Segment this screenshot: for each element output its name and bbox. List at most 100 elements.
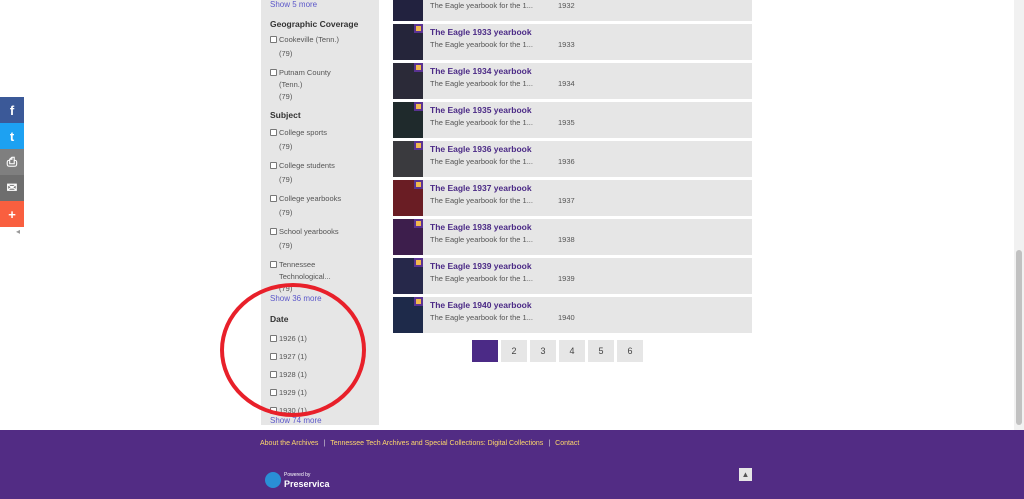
result-row[interactable]: The Eagle 1933 yearbook The Eagle yearbo…	[393, 24, 752, 60]
result-row[interactable]: The Eagle 1937 yearbook The Eagle yearbo…	[393, 180, 752, 216]
facet-option[interactable]: College sports	[270, 127, 379, 138]
result-row[interactable]: The Eagle 1935 yearbook The Eagle yearbo…	[393, 102, 752, 138]
result-title[interactable]: The Eagle 1939 yearbook	[430, 261, 532, 271]
checkbox[interactable]	[270, 129, 277, 136]
facet-option-label: Putnam County (Tenn.)	[279, 68, 331, 89]
share-bar: f t ⎙ ✉ + ◂	[0, 97, 24, 236]
print-icon[interactable]: ⎙	[0, 149, 24, 175]
show-more-link[interactable]: Show 5 more	[270, 0, 379, 9]
result-title[interactable]: The Eagle 1937 yearbook	[430, 183, 532, 193]
facet-option[interactable]: Tennessee Technological...	[270, 259, 338, 283]
result-description: The Eagle yearbook for the 1...	[430, 313, 533, 322]
thumbnail[interactable]	[393, 141, 423, 177]
result-title[interactable]: The Eagle 1933 yearbook	[430, 27, 532, 37]
email-icon[interactable]: ✉	[0, 175, 24, 201]
share-more-icon[interactable]: +	[0, 201, 24, 227]
thumbnail[interactable]	[393, 63, 423, 99]
result-year: 1940	[558, 313, 575, 322]
document-icon	[414, 180, 423, 189]
result-year: 1934	[558, 79, 575, 88]
result-row[interactable]: The Eagle 1934 yearbook The Eagle yearbo…	[393, 63, 752, 99]
result-row[interactable]: The Eagle 1938 yearbook The Eagle yearbo…	[393, 219, 752, 255]
result-year: 1936	[558, 157, 575, 166]
page-3-button[interactable]: 3	[530, 340, 556, 362]
thumbnail[interactable]	[393, 24, 423, 60]
back-to-top-icon[interactable]: ▲	[739, 468, 752, 481]
result-row[interactable]: The Eagle 1939 yearbook The Eagle yearbo…	[393, 258, 752, 294]
checkbox[interactable]	[270, 195, 277, 202]
thumbnail[interactable]	[393, 180, 423, 216]
result-title[interactable]: The Eagle 1935 yearbook	[430, 105, 532, 115]
thumbnail[interactable]	[393, 297, 423, 333]
facet-option-label: College yearbooks	[279, 194, 342, 203]
thumbnail[interactable]	[393, 258, 423, 294]
footer-link-collections[interactable]: Tennessee Tech Archives and Special Coll…	[330, 440, 543, 447]
document-icon	[414, 102, 423, 111]
page-current[interactable]	[472, 340, 498, 362]
page-4-button[interactable]: 4	[559, 340, 585, 362]
checkbox[interactable]	[270, 162, 277, 169]
facet-option-label: College sports	[279, 128, 327, 137]
preservica-logo-icon	[265, 472, 281, 488]
facet-option[interactable]: Putnam County (Tenn.)	[270, 67, 342, 91]
facet-option-count: (79)	[279, 241, 293, 250]
result-description: The Eagle yearbook for the 1...	[430, 157, 533, 166]
facet-option-count: (79)	[279, 49, 293, 58]
checkbox[interactable]	[270, 69, 277, 76]
facet-option[interactable]: College yearbooks	[270, 193, 379, 204]
footer-link-about[interactable]: About the Archives	[260, 440, 318, 447]
page-5-button[interactable]: 5	[588, 340, 614, 362]
facebook-icon[interactable]: f	[0, 97, 24, 123]
facet-option-count: (79)	[279, 142, 293, 151]
footer-separator: |	[323, 440, 326, 447]
checkbox[interactable]	[270, 36, 277, 43]
checkbox[interactable]	[270, 228, 277, 235]
facet-heading-geographic: Geographic Coverage	[270, 19, 359, 29]
checkbox[interactable]	[270, 261, 277, 268]
result-title[interactable]: The Eagle 1936 yearbook	[430, 144, 532, 154]
twitter-icon[interactable]: t	[0, 123, 24, 149]
document-icon	[414, 258, 423, 267]
result-description: The Eagle yearbook for the 1...	[430, 196, 533, 205]
facet-option[interactable]: College students	[270, 160, 379, 171]
collapse-share-icon[interactable]: ◂	[16, 227, 20, 236]
thumbnail[interactable]	[393, 219, 423, 255]
result-row[interactable]: The Eagle yearbook for the 1... 1932	[393, 0, 752, 21]
result-year: 1933	[558, 40, 575, 49]
result-title[interactable]: The Eagle 1934 yearbook	[430, 66, 532, 76]
annotation-circle	[220, 283, 366, 417]
result-year: 1938	[558, 235, 575, 244]
page-2-button[interactable]: 2	[501, 340, 527, 362]
facet-option-label: Tennessee Technological...	[279, 260, 331, 281]
vertical-scrollbar[interactable]	[1014, 0, 1024, 430]
result-row[interactable]: The Eagle 1940 yearbook The Eagle yearbo…	[393, 297, 752, 333]
result-row[interactable]: The Eagle 1936 yearbook The Eagle yearbo…	[393, 141, 752, 177]
show-more-date-link[interactable]: Show 74 more	[270, 416, 379, 425]
footer-links: About the Archives | Tennessee Tech Arch…	[260, 440, 579, 447]
powered-by-brand: Preservica	[284, 479, 330, 489]
footer-separator: |	[548, 440, 551, 447]
facet-option[interactable]: School yearbooks	[270, 226, 379, 237]
facet-option[interactable]: Cookeville (Tenn.)	[270, 34, 379, 45]
powered-by-logo[interactable]: Powered by Preservica	[265, 471, 330, 489]
result-year: 1935	[558, 118, 575, 127]
pagination: 2 3 4 5 6	[472, 340, 643, 362]
facet-option-count: (79)	[279, 208, 293, 217]
thumbnail[interactable]	[393, 0, 423, 21]
facet-option-label: Cookeville (Tenn.)	[279, 35, 340, 44]
scrollbar-thumb[interactable]	[1016, 250, 1022, 425]
document-icon	[414, 24, 423, 33]
result-title[interactable]: The Eagle 1938 yearbook	[430, 222, 532, 232]
facet-option-count: (79)	[279, 92, 293, 101]
page-6-button[interactable]: 6	[617, 340, 643, 362]
document-icon	[414, 219, 423, 228]
footer: About the Archives | Tennessee Tech Arch…	[0, 430, 1024, 499]
facet-option-count: (79)	[279, 175, 293, 184]
facet-heading-subject: Subject	[270, 110, 301, 120]
result-title[interactable]: The Eagle 1940 yearbook	[430, 300, 532, 310]
result-description: The Eagle yearbook for the 1...	[430, 118, 533, 127]
footer-link-contact[interactable]: Contact	[555, 440, 579, 447]
thumbnail[interactable]	[393, 102, 423, 138]
result-description: The Eagle yearbook for the 1...	[430, 79, 533, 88]
document-icon	[414, 63, 423, 72]
